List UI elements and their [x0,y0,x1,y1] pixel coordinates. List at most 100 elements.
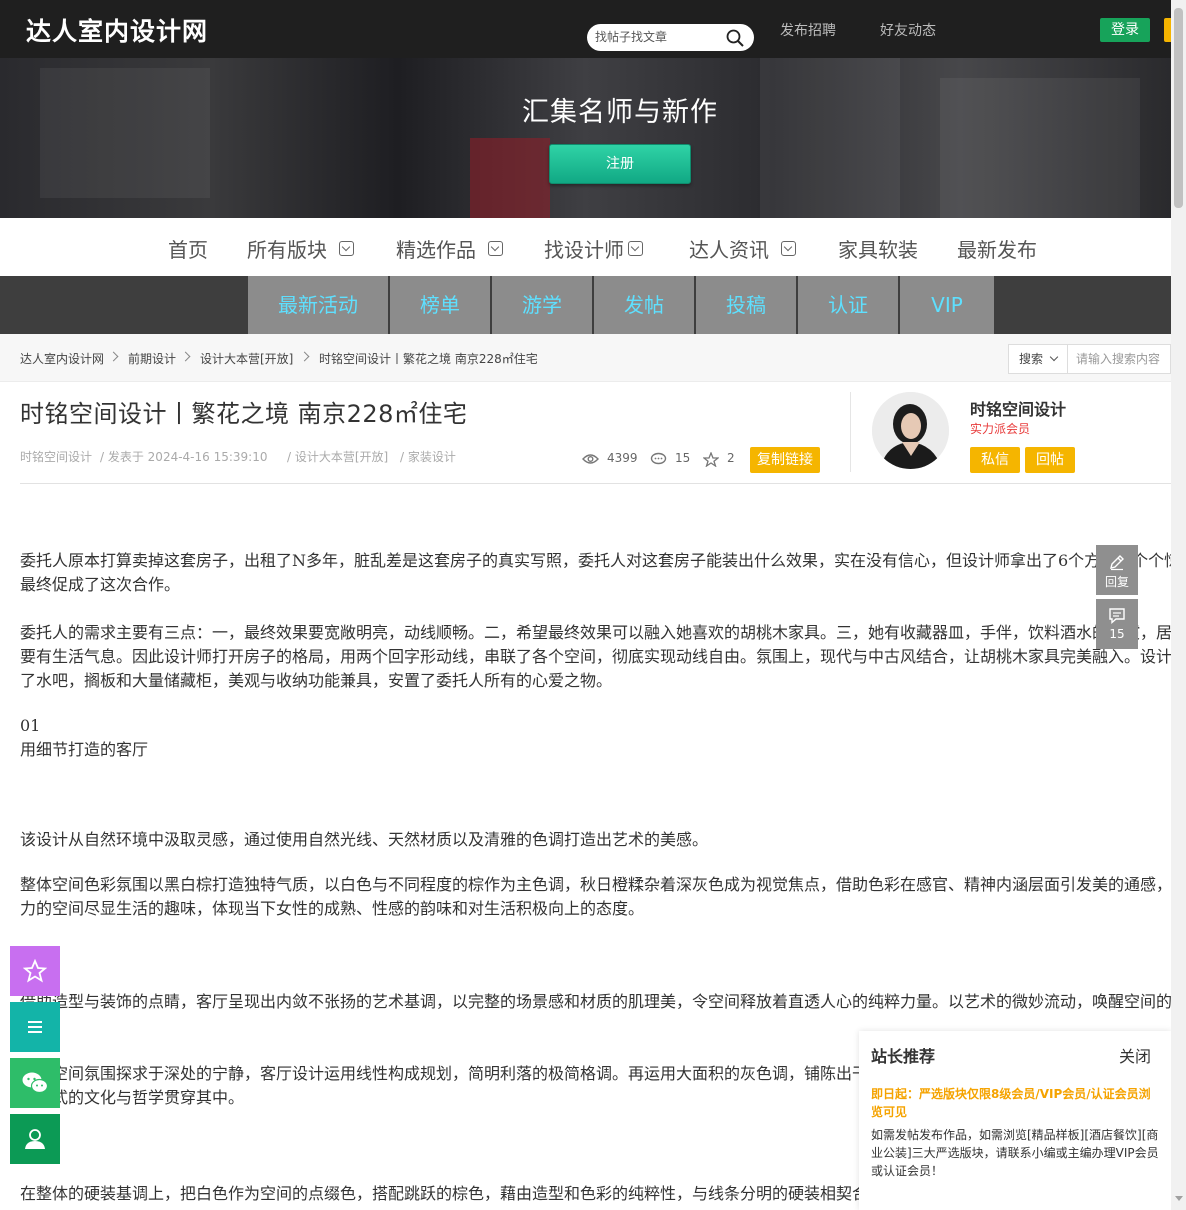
content-paragraph: 将仪式的文化与哲学贯穿其中。 [20,1088,245,1107]
comment-count-badge: 15 [1109,627,1125,641]
site-search [587,24,754,51]
chevron-down-icon [488,241,503,256]
nav-news[interactable]: 达人资讯 [689,234,796,263]
breadcrumb: 达人室内设计网 前期设计 设计大本营[开放] 时铭空间设计丨繁花之境 南京228… [0,334,1171,382]
wechat-icon [22,1072,49,1094]
login-button[interactable]: 登录 [1100,18,1150,42]
banner-photo [470,138,550,218]
breadcrumb-current: 时铭空间设计丨繁花之境 南京228㎡住宅 [319,352,538,366]
subnav-new-post[interactable]: 发帖 [594,276,694,334]
nav-latest[interactable]: 最新发布 [957,234,1037,263]
subnav-rankings[interactable]: 榜单 [390,276,490,334]
content-paragraph: 了水吧，搁板和大量储藏柜，美观与收纳功能兼具，安置了委托人所有的心爱之物。 [20,671,613,690]
post-forum-link[interactable]: / 设计大本营[开放] [287,448,388,465]
favorite-count: 2 [727,451,735,465]
site-logo[interactable]: 达人室内设计网 [26,12,208,48]
pencil-icon [1110,555,1124,571]
post-job-link[interactable]: 发布招聘 [780,20,836,40]
comment-icon [650,452,667,465]
eye-icon [582,454,599,464]
search-icon[interactable] [725,28,745,48]
nav-find-designer[interactable]: 找设计师 [544,234,643,263]
menu-float-button[interactable] [10,1002,60,1052]
nav-home[interactable]: 首页 [168,234,208,263]
friend-feed-link[interactable]: 好友动态 [880,20,936,40]
recommend-close-button[interactable]: 关闭 [1119,1043,1151,1067]
subnav-submit[interactable]: 投稿 [696,276,796,334]
breadcrumb-home[interactable]: 达人室内设计网 [20,350,104,367]
content-paragraph: 借助造型与装饰的点睛，客厅呈现出内敛不张扬的艺术基调，以完整的场景感和材质的肌理… [20,992,1171,1011]
recommend-highlight[interactable]: 即日起：严选版块仅限8级会员/VIP会员/认证会员浏览可见 [871,1085,1161,1121]
content-paragraph: 最终促成了这次合作。 [20,575,181,594]
subnav-study-tour[interactable]: 游学 [492,276,592,334]
content-paragraph: 委托人原本打算卖掉这套房子，出租了N多年，脏乱差是这套房子的真实写照，委托人对这… [20,551,1171,570]
forum-search-input[interactable] [1068,344,1171,374]
author-level-badge: 实力派会员 [970,422,1031,436]
content-paragraph: 力的空间尽显生活的趣味，体现当下女性的成熟、性感的韵味和对生活积极向上的态度。 [20,899,645,918]
reply-tool-button[interactable]: 回复 [1096,545,1138,595]
private-message-button[interactable]: 私信 [970,447,1020,473]
banner-photo [40,68,210,198]
content-paragraph: 在整体的硬装基调上，把白色作为空间的点缀色，搭配跳跃的棕色，藉由造型和色彩的纯粹… [20,1184,859,1203]
scrollbar-thumb[interactable] [1174,8,1183,208]
subnav-certify[interactable]: 认证 [798,276,898,334]
banner-title: 汇集名师与新作 [522,97,718,128]
content-paragraph: 要有生活气息。因此设计师打开房子的格局，用两个回字形动线，串联了各个空间，彻底实… [20,647,1171,666]
recommend-title: 站长推荐 [871,1047,936,1066]
scrollbar[interactable] [1171,0,1186,1210]
breadcrumb-forum[interactable]: 设计大本营[开放] [200,350,293,367]
divider [850,392,851,472]
reply-post-button[interactable]: 回帖 [1025,447,1075,473]
content-paragraph: 客厅空间氛围探求于深处的宁静，客厅设计运用线性构成规划，简明利落的极简格调。再运… [20,1064,859,1083]
view-count: 4399 [607,451,638,465]
site-search-input[interactable] [595,28,725,46]
content-paragraph: 该设计从自然环境中汲取灵感，通过使用自然光线、天然材质以及清雅的色调打造出艺术的… [20,830,709,849]
section-heading: 用细节打造的客厅 [20,740,149,759]
comments-tool-button[interactable]: 15 [1096,599,1138,649]
chevron-right-icon [108,351,119,362]
search-type-select[interactable]: 搜索 [1008,344,1068,374]
content-paragraph: 委托人的需求主要有三点：一，最终效果要宽敞明亮，动线顺畅。二，希望最终效果可以融… [20,623,1171,642]
main-nav: 首页 所有版块 精选作品 找设计师 达人资讯 家具软装 最新发布 [0,218,1171,276]
user-icon [25,1129,45,1149]
breadcrumb-category[interactable]: 前期设计 [128,350,176,367]
wechat-float-button[interactable] [10,1058,60,1108]
banner-photo [760,58,900,218]
author-name[interactable]: 时铭空间设计 [970,396,1066,420]
divider [20,483,1171,484]
star-icon[interactable] [703,452,719,467]
reply-count: 15 [675,451,691,465]
post-tag-link[interactable]: / 家装设计 [400,448,456,465]
section-number: 01 [20,716,41,735]
message-icon [1109,608,1125,625]
author-avatar[interactable] [872,392,949,469]
page: 达人室内设计网 发布招聘 好友动态 登录 汇集名师与新作 注册 首页 所有版块 … [0,0,1186,1210]
subnav-activities[interactable]: 最新活动 [248,276,388,334]
person-photo-icon [872,392,949,469]
register-top-button[interactable] [1164,18,1171,42]
post-date: / 发表于 2024-4-16 15:39:10 [100,450,268,464]
register-button[interactable]: 注册 [549,144,691,184]
menu-icon [28,1021,42,1033]
post-author-link[interactable]: 时铭空间设计 [20,448,92,465]
post-title: 时铭空间设计丨繁花之境 南京228㎡住宅 [20,400,468,428]
star-icon [23,959,47,983]
recommend-popup: 站长推荐 关闭 即日起：严选版块仅限8级会员/VIP会员/认证会员浏览可见 如需… [859,1031,1171,1210]
chevron-right-icon [299,351,310,362]
copy-link-button[interactable]: 复制链接 [750,447,820,473]
chevron-down-icon [339,241,354,256]
favorite-float-button[interactable] [10,946,60,996]
sub-nav: 最新活动 榜单 游学 发帖 投稿 认证 VIP [0,276,1171,334]
nav-featured-works[interactable]: 精选作品 [396,234,503,263]
user-float-button[interactable] [10,1114,60,1164]
subnav-vip[interactable]: VIP [900,276,994,334]
chevron-down-icon [781,241,796,256]
top-bar: 达人室内设计网 发布招聘 好友动态 登录 [0,0,1171,58]
nav-all-boards[interactable]: 所有版块 [247,234,354,263]
chevron-right-icon [180,351,191,362]
recommend-body: 如需发帖发布作品，如需浏览[精品样板][酒店餐饮][商业公装]三大严选版块，请联… [871,1128,1159,1178]
reply-tool-label: 回复 [1104,575,1129,589]
scroll-down-arrow-icon[interactable] [1175,1196,1183,1201]
content-paragraph: 整体空间色彩氛围以黑白棕打造独特气质，以白色与不同程度的棕作为主色调，秋日橙糅杂… [20,875,1171,894]
nav-furniture[interactable]: 家具软装 [838,234,918,263]
